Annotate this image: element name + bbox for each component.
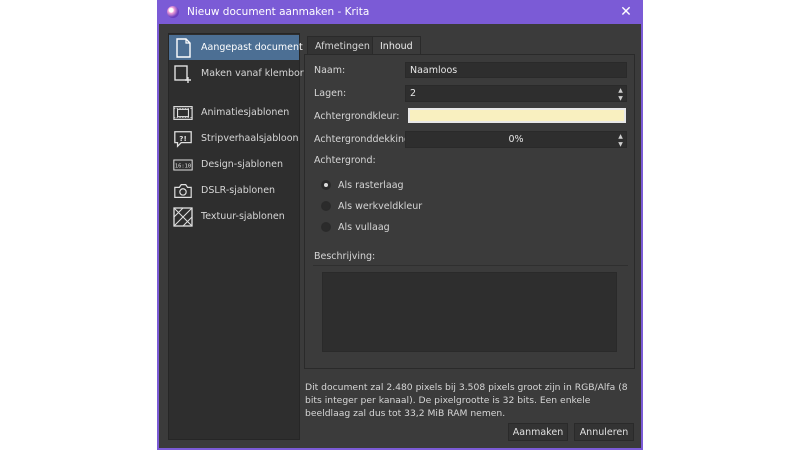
close-button[interactable]: ✕ xyxy=(617,3,635,21)
description-textarea[interactable] xyxy=(322,272,617,352)
title-bar: Nieuw document aanmaken - Krita ✕ xyxy=(159,0,641,24)
sidebar-item-design-templates[interactable]: 16:10 Design-sjablonen xyxy=(169,152,299,177)
name-input-value: Naamloos xyxy=(410,64,458,76)
svg-text:16:10: 16:10 xyxy=(175,163,191,169)
radio-label: Als werkveldkleur xyxy=(338,200,423,212)
ratio-icon: 16:10 xyxy=(173,155,193,175)
cancel-button[interactable]: Annuleren xyxy=(574,423,634,441)
chevron-up-icon: ▲ xyxy=(618,87,623,94)
radio-button[interactable] xyxy=(321,201,331,211)
sidebar-item-label: Aangepast document xyxy=(201,42,303,53)
window-title: Nieuw document aanmaken - Krita xyxy=(187,6,370,18)
bg-color-picker[interactable] xyxy=(408,108,626,123)
spin-arrows[interactable]: ▲ ▼ xyxy=(616,87,625,102)
camera-icon xyxy=(173,181,193,201)
cancel-button-label: Annuleren xyxy=(579,426,629,438)
layers-label: Lagen: xyxy=(314,88,347,99)
close-icon: ✕ xyxy=(620,4,632,20)
name-label: Naam: xyxy=(314,65,346,76)
layers-spinbox[interactable]: 2 ▲ ▼ xyxy=(405,85,627,102)
memory-info-text: Dit document zal 2.480 pixels bij 3.508 … xyxy=(305,382,628,419)
sidebar-item-animation-templates[interactable]: Animatiesjablonen xyxy=(169,100,299,125)
spin-arrows[interactable]: ▲ ▼ xyxy=(616,133,625,148)
description-label: Beschrijving: xyxy=(314,251,376,262)
bg-color-label: Achtergrondkleur: xyxy=(314,111,400,122)
radio-fill-layer[interactable]: Als vullaag xyxy=(321,220,390,234)
film-icon xyxy=(173,103,193,123)
sidebar-item-label: Animatiesjablonen xyxy=(201,107,290,118)
sidebar-item-label: Maken vanaf klembord xyxy=(201,68,310,79)
radio-label: Als vullaag xyxy=(338,221,390,233)
background-label: Achtergrond: xyxy=(314,155,376,166)
sidebar-item-custom-document[interactable]: Aangepast document xyxy=(169,35,303,60)
tab-label: Inhoud xyxy=(380,40,413,52)
create-button-label: Aanmaken xyxy=(512,426,564,438)
sidebar-item-label: Design-sjablonen xyxy=(201,159,284,170)
krita-logo-icon xyxy=(167,6,179,18)
layers-value: 2 xyxy=(410,88,417,99)
bg-opacity-slider[interactable]: 0% ▲ ▼ xyxy=(405,131,627,148)
radio-label: Als rasterlaag xyxy=(338,179,404,191)
bg-opacity-value: 0% xyxy=(508,134,524,145)
tab-dimensions[interactable]: Afmetingen xyxy=(307,36,378,55)
radio-button[interactable] xyxy=(321,222,331,232)
sidebar-item-label: DSLR-sjablonen xyxy=(201,185,276,196)
bg-opacity-label: Achtergronddekking: xyxy=(314,134,414,145)
new-document-dialog: Nieuw document aanmaken - Krita ✕ Aangep… xyxy=(157,0,643,450)
sidebar-item-texture-templates[interactable]: Textuur-sjablonen xyxy=(169,204,299,229)
radio-button[interactable] xyxy=(321,180,331,190)
chevron-down-icon: ▼ xyxy=(618,141,623,148)
radio-canvas-color[interactable]: Als werkveldkleur xyxy=(321,199,422,213)
sidebar-item-comic-template[interactable]: ?! Stripverhaalsjabloon xyxy=(169,126,299,151)
chevron-up-icon: ▲ xyxy=(618,133,623,140)
svg-text:?!: ?! xyxy=(179,133,187,142)
name-input[interactable]: Naamloos xyxy=(405,62,627,78)
texture-icon xyxy=(173,206,193,227)
document-icon xyxy=(173,37,193,58)
clipboard-icon xyxy=(173,64,193,84)
sidebar-item-dslr-templates[interactable]: DSLR-sjablonen xyxy=(169,178,299,203)
template-sidebar: Aangepast document Maken vanaf klembord … xyxy=(168,33,310,440)
tab-content[interactable]: Inhoud xyxy=(372,36,421,55)
speech-bubble-icon: ?! xyxy=(173,129,193,149)
create-button[interactable]: Aanmaken xyxy=(508,423,568,441)
sidebar-item-label: Stripverhaalsjabloon xyxy=(201,133,299,144)
chevron-down-icon: ▼ xyxy=(618,95,623,102)
sidebar-item-from-clipboard[interactable]: Maken vanaf klembord xyxy=(169,61,310,86)
sidebar-item-label: Textuur-sjablonen xyxy=(201,211,285,222)
radio-raster-layer[interactable]: Als rasterlaag xyxy=(321,178,404,192)
tab-label: Afmetingen xyxy=(315,40,370,52)
